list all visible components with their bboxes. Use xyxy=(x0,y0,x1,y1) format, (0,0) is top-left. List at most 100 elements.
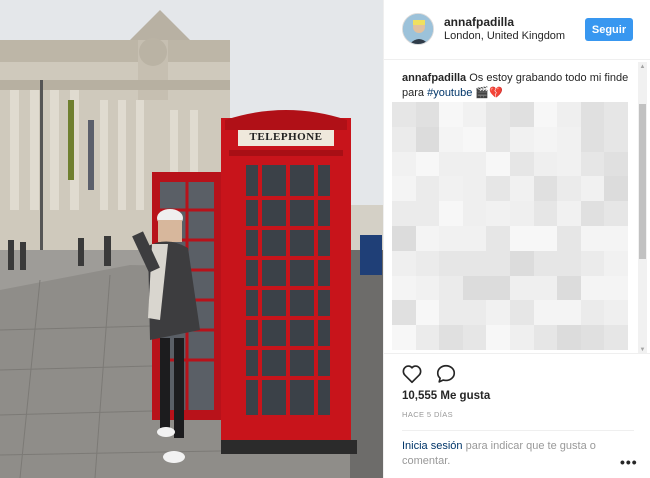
pixel-cell xyxy=(392,300,416,326)
pixel-cell xyxy=(604,225,628,251)
pixel-cell xyxy=(439,325,463,350)
pixel-cell xyxy=(604,126,628,152)
pixel-cell xyxy=(462,225,487,251)
pixel-cell xyxy=(604,250,628,276)
pixel-cell xyxy=(392,275,416,301)
pixel-cell xyxy=(533,201,558,226)
pixel-cell xyxy=(439,201,463,226)
pixel-cell xyxy=(486,102,510,127)
comments-scrollbar[interactable]: ▲ ▼ xyxy=(638,62,647,354)
pixel-cell xyxy=(510,250,534,276)
pixel-cell xyxy=(557,225,581,251)
post-header: annafpadilla London, United Kingdom Segu… xyxy=(384,0,650,60)
pixel-cell xyxy=(486,176,510,202)
likes-count[interactable]: 10,555 Me gusta xyxy=(402,390,490,402)
pixel-cell xyxy=(486,325,510,350)
pixel-cell xyxy=(533,325,558,350)
pixel-cell xyxy=(439,176,463,202)
avatar-image xyxy=(403,14,433,44)
pixel-cell xyxy=(533,176,558,202)
pixel-cell xyxy=(486,300,510,326)
pixel-cell xyxy=(604,151,628,177)
post-photo[interactable]: TELEPHONE xyxy=(0,0,383,478)
hashtag-link[interactable]: #youtube xyxy=(427,87,472,99)
post-sidebar: annafpadilla London, United Kingdom Segu… xyxy=(383,0,650,478)
pixel-cell xyxy=(486,201,510,226)
pixel-cell xyxy=(392,126,416,152)
pixel-cell xyxy=(439,300,463,326)
pixel-cell xyxy=(580,250,605,276)
pixel-cell xyxy=(415,176,440,202)
login-link[interactable]: Inicia sesión xyxy=(402,440,463,452)
pixel-cell xyxy=(415,225,440,251)
post-actions: 10,555 Me gusta HACE 5 DÍAS Inicia sesió… xyxy=(384,353,650,478)
pixel-cell xyxy=(415,126,440,152)
pixel-cell xyxy=(580,102,605,127)
pixel-cell xyxy=(462,250,487,276)
caption-emoji: 🎬💔 xyxy=(472,87,503,99)
pixel-cell xyxy=(415,151,440,177)
pixel-cell xyxy=(557,151,581,177)
pixel-cell xyxy=(510,176,534,202)
pixel-cell xyxy=(557,250,581,276)
pixel-cell xyxy=(510,300,534,326)
pixel-cell xyxy=(533,126,558,152)
pixel-cell xyxy=(462,126,487,152)
pixel-cell xyxy=(486,151,510,177)
pixel-cell xyxy=(392,225,416,251)
pixel-cell xyxy=(604,300,628,326)
pixel-cell xyxy=(510,151,534,177)
pixel-cell xyxy=(392,325,416,350)
photo-illustration xyxy=(0,0,383,478)
pixel-cell xyxy=(415,275,440,301)
pixel-cell xyxy=(604,102,628,127)
pixel-cell xyxy=(580,201,605,226)
heart-icon[interactable] xyxy=(401,363,423,385)
pixel-cell xyxy=(580,151,605,177)
scroll-up-arrow-icon[interactable]: ▲ xyxy=(638,62,647,71)
pixel-cell xyxy=(510,102,534,127)
pixel-cell xyxy=(392,250,416,276)
pixel-cell xyxy=(557,325,581,350)
pixel-cell xyxy=(462,325,487,350)
pixel-cell xyxy=(486,225,510,251)
more-options-icon[interactable]: ••• xyxy=(620,454,638,470)
pixel-cell xyxy=(557,275,581,301)
pixel-cell xyxy=(392,201,416,226)
pixel-cell xyxy=(415,250,440,276)
post-caption: annafpadilla Os estoy grabando todo mi f… xyxy=(402,71,637,101)
pixel-cell xyxy=(533,102,558,127)
divider xyxy=(402,430,634,431)
follow-button[interactable]: Seguir xyxy=(585,18,633,41)
pixel-cell xyxy=(462,151,487,177)
pixel-cell xyxy=(415,201,440,226)
pixel-cell xyxy=(462,201,487,226)
pixel-cell xyxy=(462,176,487,202)
pixel-cell xyxy=(580,225,605,251)
scroll-thumb[interactable] xyxy=(639,104,646,259)
pixel-cell xyxy=(580,126,605,152)
pixel-cell xyxy=(533,300,558,326)
post-timestamp[interactable]: HACE 5 DÍAS xyxy=(402,410,453,419)
location-link[interactable]: London, United Kingdom xyxy=(444,30,565,42)
pixel-cell xyxy=(580,176,605,202)
pixel-cell xyxy=(439,250,463,276)
pixel-cell xyxy=(439,151,463,177)
pixel-cell xyxy=(580,275,605,301)
pixel-cell xyxy=(392,102,416,127)
pixel-cell xyxy=(415,300,440,326)
pixel-cell xyxy=(510,126,534,152)
pixel-cell xyxy=(533,225,558,251)
pixel-cell xyxy=(392,151,416,177)
pixel-cell xyxy=(462,300,487,326)
pixel-cell xyxy=(533,275,558,301)
comment-icon[interactable] xyxy=(435,363,457,385)
avatar[interactable] xyxy=(402,13,434,45)
pixel-cell xyxy=(439,102,463,127)
pixel-cell xyxy=(580,300,605,326)
caption-username[interactable]: annafpadilla xyxy=(402,72,466,84)
pixel-cell xyxy=(604,275,628,301)
pixel-cell xyxy=(557,176,581,202)
username-link[interactable]: annafpadilla xyxy=(444,15,514,29)
login-prompt: Inicia sesión para indicar que te gusta … xyxy=(402,439,617,469)
